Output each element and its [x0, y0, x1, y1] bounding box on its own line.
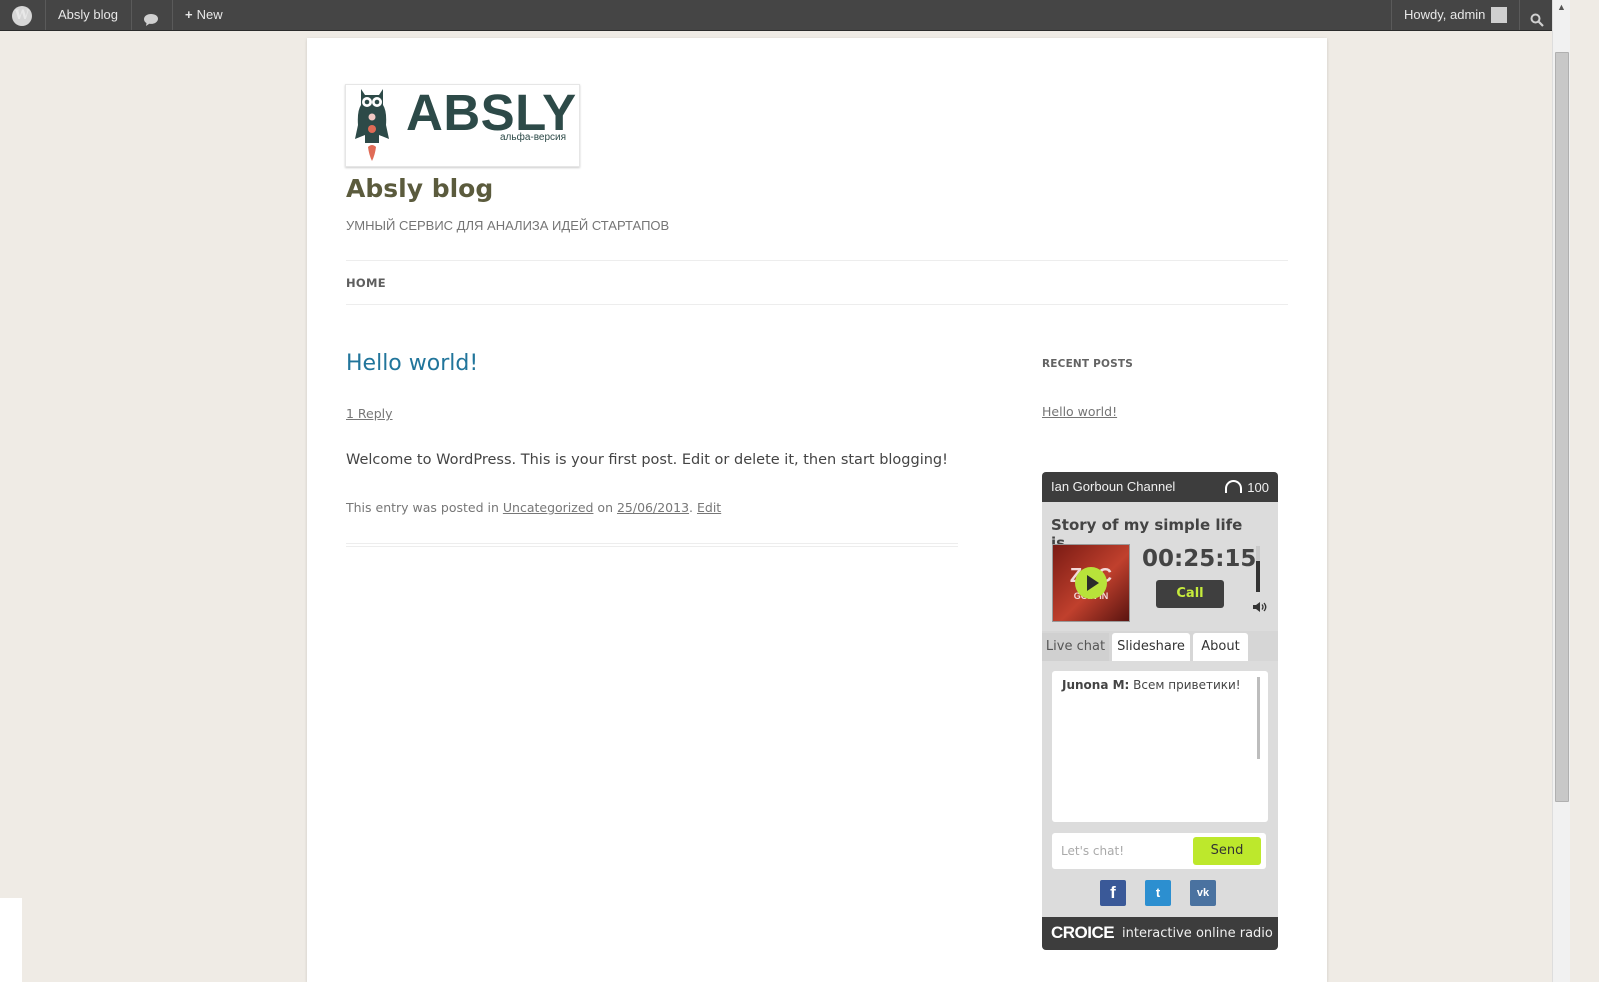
page-scrollbar[interactable]: ▲ — [1552, 0, 1570, 982]
broadcast-timer: 00:25:15 — [1142, 546, 1257, 572]
my-account-menu[interactable]: Howdy, admin — [1404, 0, 1508, 30]
volume-level — [1256, 561, 1260, 592]
chat-scrollbar[interactable] — [1257, 677, 1260, 759]
album-cover: ZOC GOIN IN — [1052, 544, 1130, 622]
chat-messages[interactable]: Junona M: Всем приветики! — [1052, 671, 1268, 822]
admin-bar-separator — [45, 0, 46, 30]
new-content-button[interactable]: + New — [185, 0, 223, 30]
edit-link[interactable]: Edit — [697, 500, 721, 515]
site-logo[interactable]: ABSLY альфа-версия — [345, 84, 580, 167]
post-divider — [346, 543, 958, 547]
facebook-icon[interactable]: f — [1100, 880, 1126, 906]
widget-tabs: Live chat Slideshare About — [1042, 631, 1278, 661]
plus-icon: + — [185, 7, 193, 22]
listener-count: 100 — [1225, 479, 1269, 495]
speaker-icon[interactable] — [1252, 600, 1268, 614]
meta-separator: . — [689, 500, 697, 515]
channel-name[interactable]: Ian Gorboun Channel — [1051, 479, 1175, 494]
reply-link[interactable]: 1 Reply — [346, 406, 393, 421]
scroll-up-arrow-icon[interactable]: ▲ — [1553, 2, 1570, 16]
admin-bar-separator — [1391, 0, 1392, 30]
tab-about[interactable]: About — [1193, 633, 1248, 661]
logo-subtitle: альфа-версия — [500, 132, 567, 143]
send-button[interactable]: Send — [1193, 837, 1261, 865]
new-label: New — [196, 7, 223, 22]
post-meta: This entry was posted in Uncategorized o… — [346, 500, 721, 515]
post-title[interactable]: Hello world! — [346, 351, 478, 376]
admin-bar-separator — [131, 0, 132, 30]
avatar — [1491, 6, 1508, 23]
admin-bar: W Absly blog + New Howdy, admin — [0, 0, 1552, 31]
admin-bar-separator — [172, 0, 173, 30]
chat-input[interactable]: Let's chat! Send — [1052, 833, 1266, 869]
widget-header: Ian Gorboun Channel 100 — [1042, 472, 1278, 502]
nav-divider-top — [346, 260, 1288, 261]
scrollbar-thumb[interactable] — [1555, 52, 1569, 802]
site-title[interactable]: Absly blog — [346, 174, 493, 203]
recent-post-link[interactable]: Hello world! — [1042, 404, 1117, 419]
tab-live-chat[interactable]: Live chat — [1042, 633, 1109, 661]
page-corner — [0, 898, 22, 982]
owl-rocket-icon — [355, 89, 389, 161]
vk-icon[interactable]: vk — [1190, 880, 1216, 906]
meta-prefix: This entry was posted in — [346, 500, 503, 515]
widget-footer: CROICE interactive online radio — [1042, 917, 1278, 950]
chat-placeholder: Let's chat! — [1061, 844, 1124, 858]
nav-divider-bottom — [346, 304, 1288, 305]
listener-count-value: 100 — [1247, 480, 1269, 495]
brand-tagline: interactive online radio — [1122, 926, 1273, 941]
date-link[interactable]: 25/06/2013 — [617, 500, 689, 515]
meta-on: on — [593, 500, 617, 515]
play-button[interactable] — [1075, 567, 1107, 599]
call-button[interactable]: Call — [1156, 580, 1224, 608]
radio-widget: Ian Gorboun Channel 100 Story of my simp… — [1042, 472, 1278, 950]
chat-message: Junona M: Всем приветики! — [1062, 678, 1241, 692]
headphones-icon — [1225, 480, 1243, 493]
page-container: ABSLY альфа-версия Absly blog УМНЫЙ СЕРВ… — [307, 38, 1327, 982]
category-link[interactable]: Uncategorized — [503, 500, 594, 515]
croice-logo[interactable]: CROICE — [1051, 923, 1115, 943]
howdy-label: Howdy, admin — [1404, 7, 1486, 22]
admin-bar-separator — [1519, 0, 1520, 30]
comment-bubble-icon[interactable] — [143, 8, 159, 26]
chat-user: Junona M: — [1062, 678, 1130, 692]
tab-slideshare[interactable]: Slideshare — [1112, 633, 1190, 661]
admin-bar-site-name[interactable]: Absly blog — [58, 0, 118, 30]
volume-slider[interactable] — [1256, 546, 1260, 592]
nav-item-home[interactable]: HOME — [346, 276, 386, 290]
play-icon — [1087, 575, 1099, 591]
chat-text: Всем приветики! — [1129, 678, 1241, 692]
site-tagline: УМНЫЙ СЕРВИС ДЛЯ АНАЛИЗА ИДЕЙ СТАРТАПОВ — [346, 218, 670, 233]
search-icon[interactable] — [1530, 8, 1544, 27]
twitter-icon[interactable]: t — [1145, 880, 1171, 906]
wordpress-logo-icon[interactable]: W — [12, 6, 32, 26]
recent-posts-heading: RECENT POSTS — [1042, 358, 1134, 370]
post-content: Welcome to WordPress. This is your first… — [346, 452, 948, 468]
